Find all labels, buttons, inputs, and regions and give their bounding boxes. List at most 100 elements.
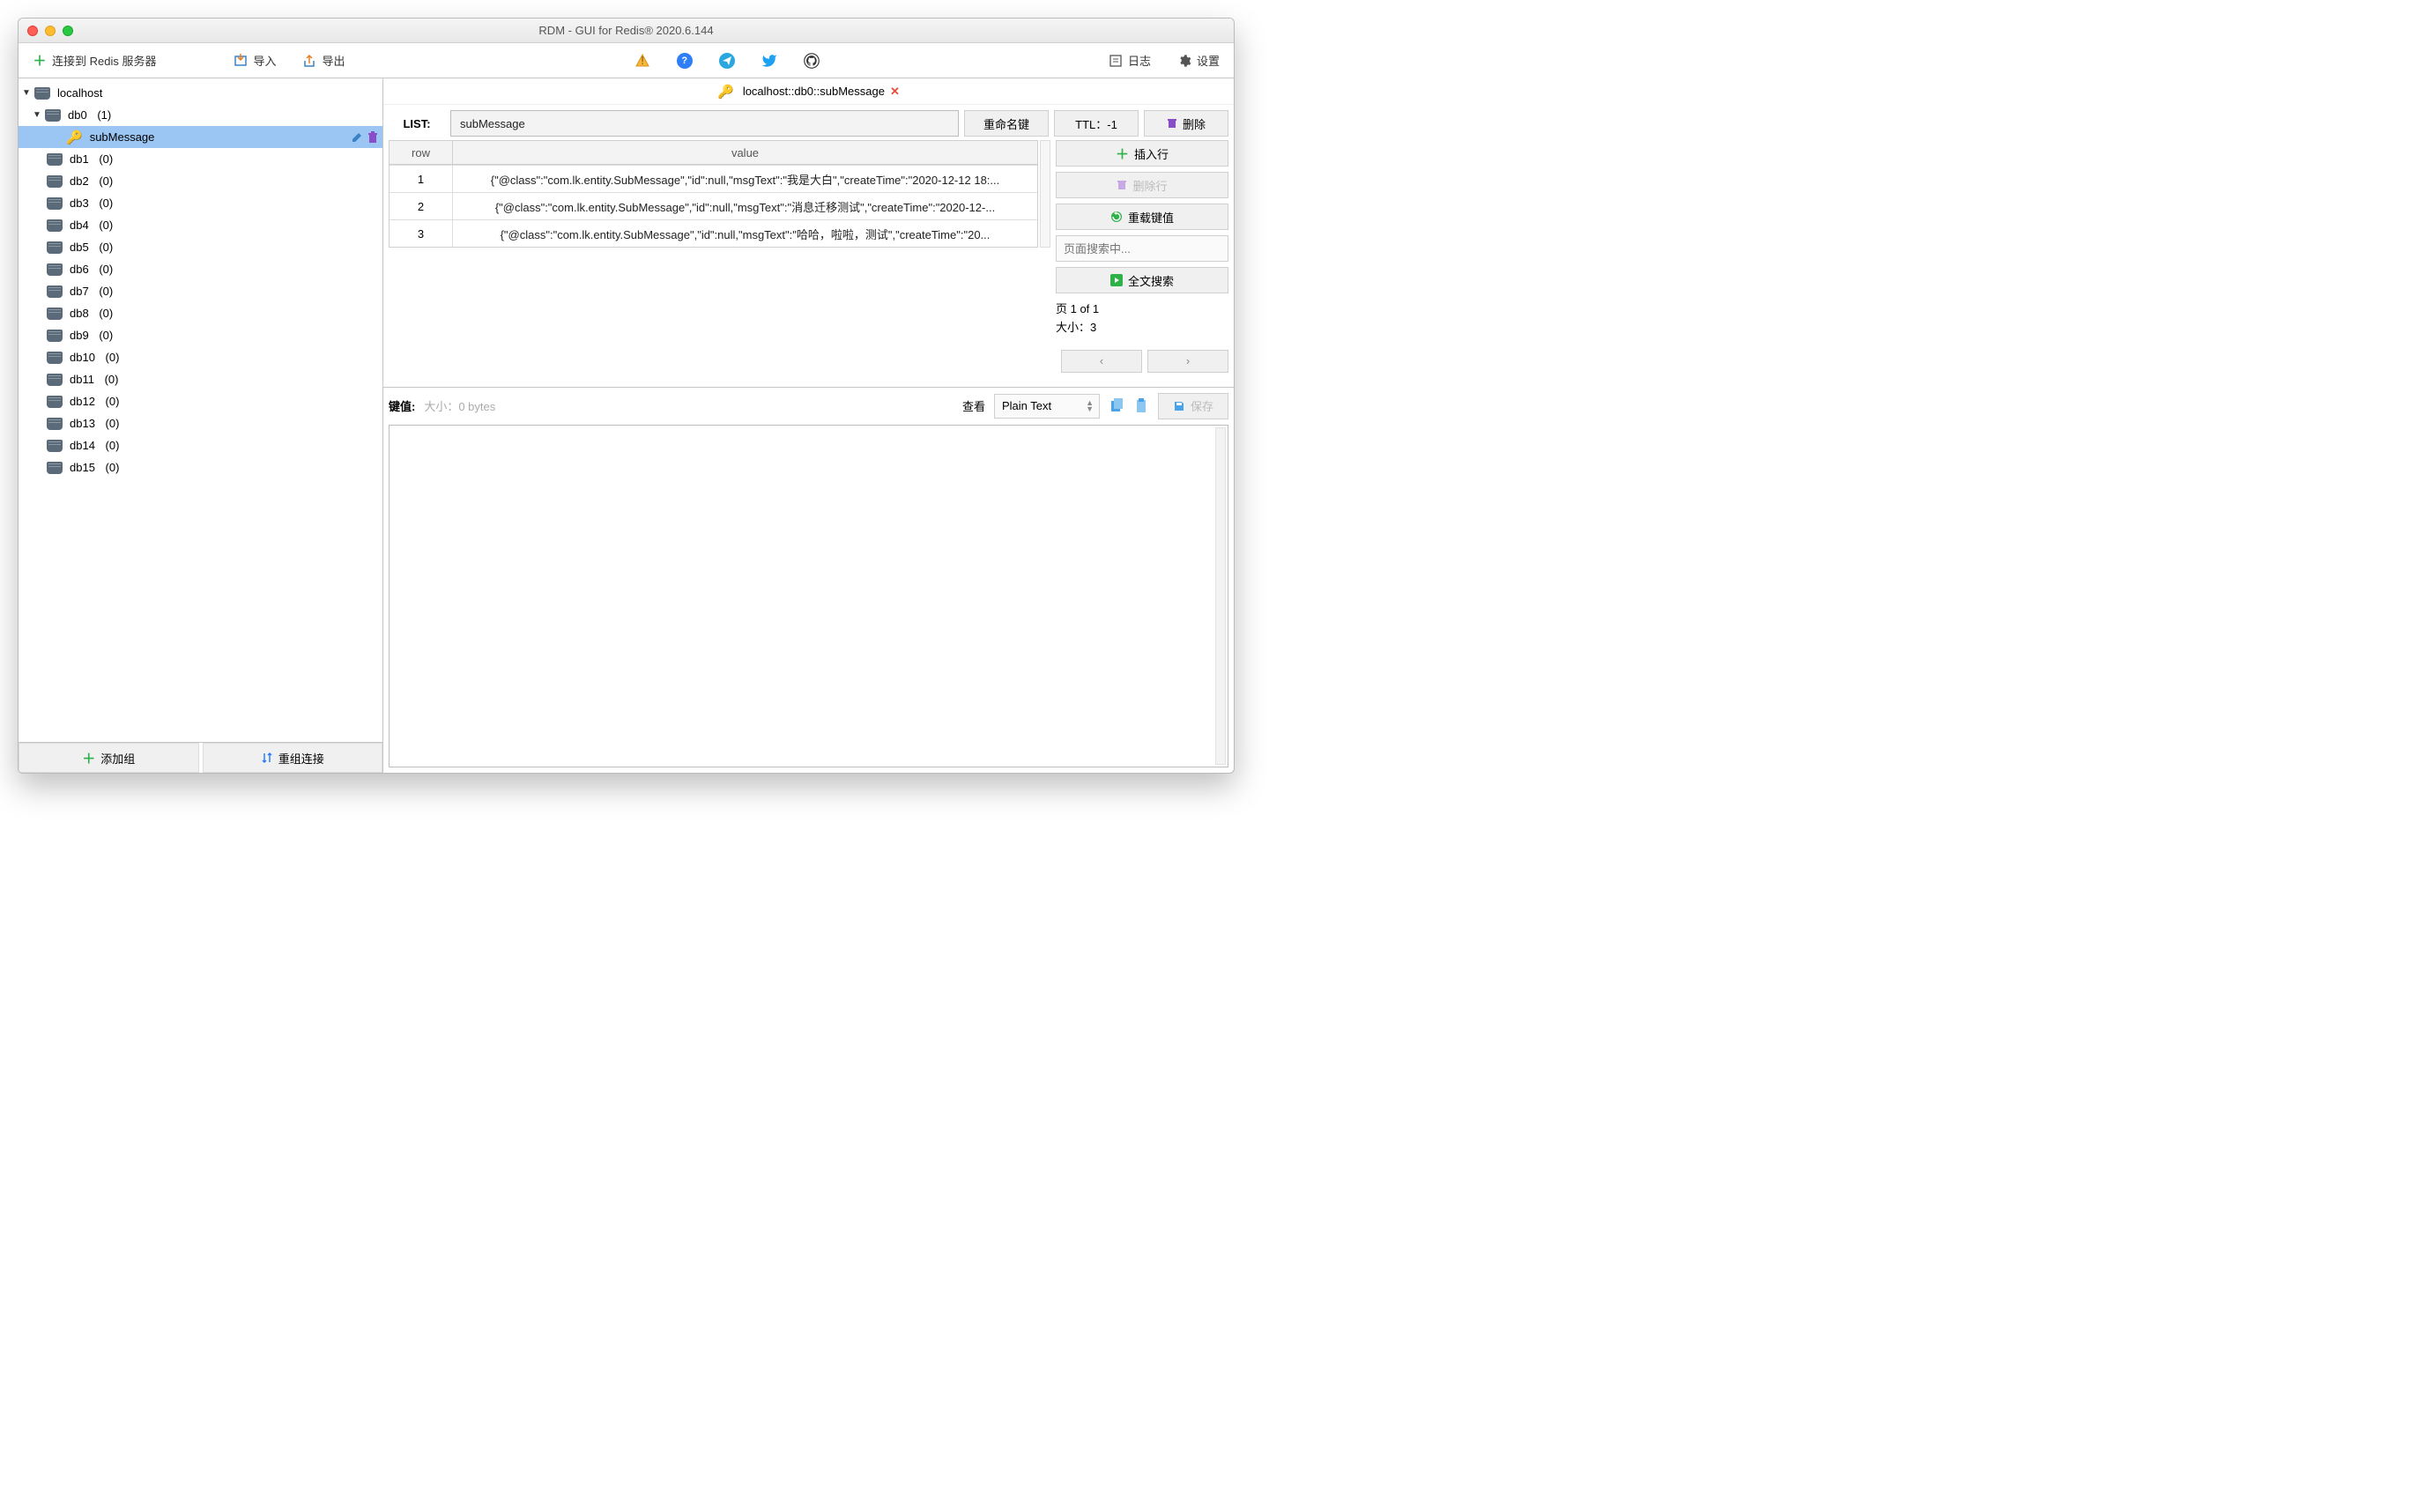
key-name-input[interactable] — [450, 110, 959, 137]
save-button[interactable]: 保存 — [1158, 393, 1228, 419]
tree-db[interactable]: db12 (0) — [19, 390, 382, 412]
keyvalue-label: 键值: — [389, 397, 415, 414]
tree-db[interactable]: db8 (0) — [19, 302, 382, 324]
delete-row-button[interactable]: 删除行 — [1056, 172, 1228, 198]
close-window-button[interactable] — [27, 26, 38, 36]
tree-db[interactable]: db13 (0) — [19, 412, 382, 434]
connection-label: localhost — [57, 86, 102, 100]
reload-icon — [1110, 211, 1123, 223]
database-icon — [47, 219, 63, 232]
tree-db[interactable]: db6 (0) — [19, 258, 382, 280]
ttl-button[interactable]: TTL：-1 — [1054, 110, 1139, 137]
database-icon — [47, 330, 63, 342]
tree-db[interactable]: db10 (0) — [19, 346, 382, 368]
db-label: db15 — [70, 461, 95, 474]
db-label: db9 — [70, 329, 89, 342]
tree-db[interactable]: db15 (0) — [19, 456, 382, 478]
database-icon — [47, 308, 63, 320]
database-icon — [47, 462, 63, 474]
database-icon — [47, 374, 63, 386]
db-count: (0) — [106, 351, 120, 364]
settings-label: 设置 — [1197, 52, 1220, 69]
format-select[interactable]: Plain Text ▲▼ — [994, 394, 1100, 419]
page-search-input[interactable] — [1056, 235, 1228, 262]
table-row[interactable]: 3{"@class":"com.lk.entity.SubMessage","i… — [390, 219, 1037, 247]
export-icon — [302, 54, 316, 68]
value-editor[interactable] — [389, 425, 1228, 767]
twitter-icon[interactable] — [761, 53, 777, 69]
database-icon — [47, 396, 63, 408]
database-icon — [45, 109, 61, 122]
window-title: RDM - GUI for Redis® 2020.6.144 — [27, 24, 1225, 37]
reorder-button[interactable]: 重组连接 — [203, 743, 383, 773]
tree-db[interactable]: db5 (0) — [19, 236, 382, 258]
pager-info: 页 1 of 1 大小：3 — [1056, 300, 1228, 337]
connect-button[interactable]: ＋ 连接到 Redis 服务器 — [27, 49, 161, 71]
keyvalue-size: 大小：0 bytes — [424, 397, 495, 414]
next-page-button[interactable]: › — [1147, 350, 1228, 373]
tree-db[interactable]: db1 (0) — [19, 148, 382, 170]
db-label: db8 — [70, 307, 89, 320]
reload-button[interactable]: 重载键值 — [1056, 204, 1228, 230]
paste-icon[interactable] — [1133, 398, 1149, 414]
add-group-button[interactable]: ＋ 添加组 — [19, 743, 199, 773]
rename-button[interactable]: 重命名键 — [964, 110, 1049, 137]
close-tab-icon[interactable]: ✕ — [890, 85, 900, 99]
fulltext-search-button[interactable]: 全文搜索 — [1056, 267, 1228, 293]
import-button[interactable]: 导入 — [228, 49, 281, 71]
delete-button[interactable]: 删除 — [1144, 110, 1228, 137]
db-label: db1 — [70, 152, 89, 166]
add-group-label: 添加组 — [100, 750, 135, 767]
table-scrollbar[interactable] — [1040, 140, 1050, 248]
tree-connection[interactable]: ▼ localhost — [19, 82, 382, 104]
tree-db[interactable]: db14 (0) — [19, 434, 382, 456]
warning-icon[interactable]: ! — [634, 53, 650, 69]
tree-db[interactable]: db3 (0) — [19, 192, 382, 214]
edit-key-icon[interactable] — [351, 131, 363, 144]
database-icon — [47, 197, 63, 210]
main-toolbar: ＋ 连接到 Redis 服务器 导入 导出 ! ? 日志 设置 — [19, 43, 1234, 78]
svg-text:!: ! — [641, 54, 644, 67]
db-label: db11 — [70, 373, 94, 386]
cell-row: 3 — [390, 220, 453, 247]
db-count: (0) — [99, 263, 113, 276]
db-count: (0) — [99, 152, 113, 166]
tree-db[interactable]: db9 (0) — [19, 324, 382, 346]
database-icon — [47, 418, 63, 430]
titlebar: RDM - GUI for Redis® 2020.6.144 — [19, 19, 1234, 43]
table-row[interactable]: 2{"@class":"com.lk.entity.SubMessage","i… — [390, 192, 1037, 219]
prev-page-button[interactable]: ‹ — [1061, 350, 1142, 373]
connect-label: 连接到 Redis 服务器 — [52, 52, 156, 69]
telegram-icon[interactable] — [719, 53, 735, 69]
zoom-window-button[interactable] — [63, 26, 73, 36]
copy-icon[interactable] — [1109, 398, 1124, 414]
log-label: 日志 — [1128, 52, 1151, 69]
table-header: row value — [389, 140, 1038, 165]
db-count: (0) — [99, 307, 113, 320]
db-label: db13 — [70, 417, 95, 430]
db-count: (0) — [106, 417, 120, 430]
export-button[interactable]: 导出 — [297, 49, 350, 71]
gear-icon — [1177, 54, 1191, 68]
minimize-window-button[interactable] — [45, 26, 56, 36]
settings-button[interactable]: 设置 — [1172, 49, 1225, 71]
row-actions-panel: ＋ 插入行 删除行 重载键值 全文搜索 — [1056, 140, 1228, 373]
delete-key-icon[interactable] — [367, 131, 379, 144]
server-icon — [34, 87, 50, 100]
github-icon[interactable] — [804, 53, 820, 69]
tree-db0[interactable]: ▼ db0 (1) — [19, 104, 382, 126]
tree-db[interactable]: db11 (0) — [19, 368, 382, 390]
help-icon[interactable]: ? — [677, 53, 693, 69]
log-button[interactable]: 日志 — [1103, 49, 1156, 71]
tree-key-submessage[interactable]: 🔑 subMessage — [19, 126, 382, 148]
editor-scrollbar[interactable] — [1215, 427, 1226, 765]
sort-icon — [261, 752, 273, 764]
tree-db[interactable]: db4 (0) — [19, 214, 382, 236]
db-count: (0) — [99, 285, 113, 298]
tree-db[interactable]: db7 (0) — [19, 280, 382, 302]
import-icon — [234, 54, 248, 68]
db-count: (0) — [99, 196, 113, 210]
insert-row-button[interactable]: ＋ 插入行 — [1056, 140, 1228, 167]
tree-db[interactable]: db2 (0) — [19, 170, 382, 192]
table-row[interactable]: 1{"@class":"com.lk.entity.SubMessage","i… — [390, 165, 1037, 192]
